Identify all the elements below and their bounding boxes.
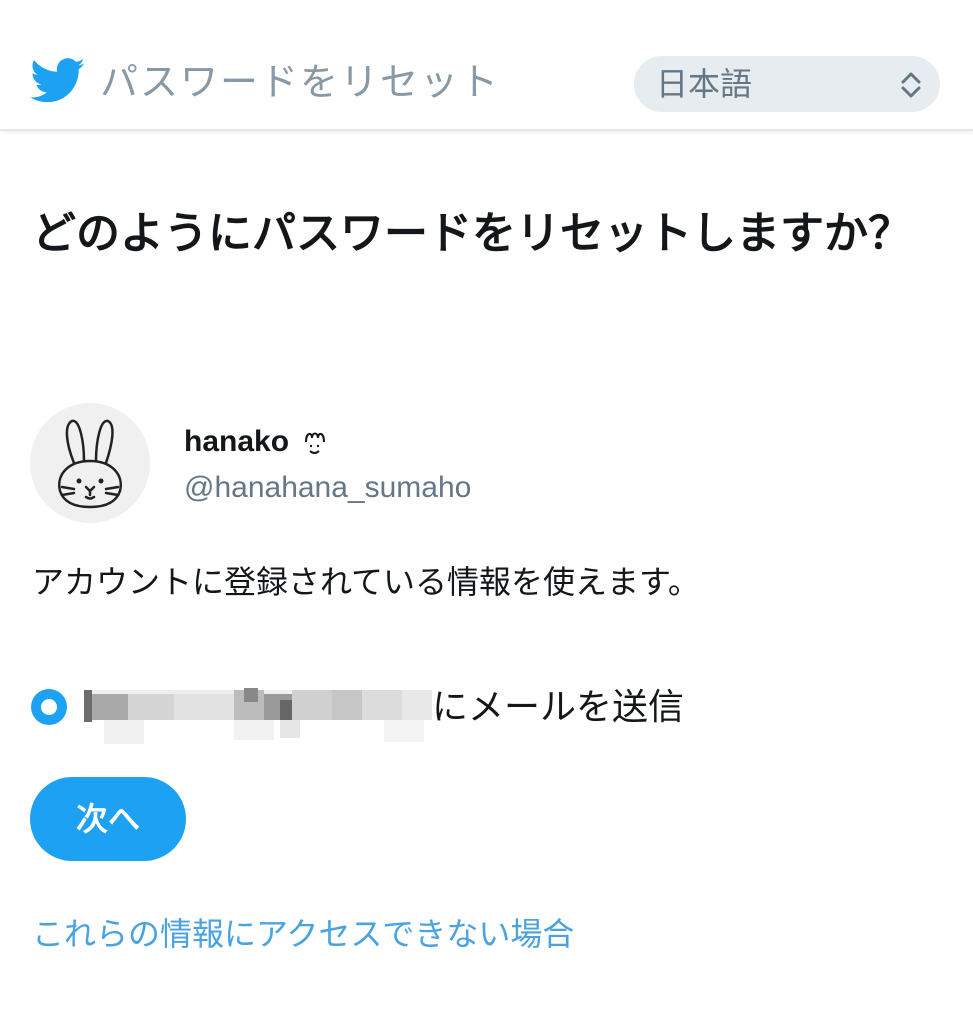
language-select[interactable]: 日本語 — [634, 56, 940, 112]
twitter-bird-icon[interactable] — [30, 58, 86, 104]
page-heading: どのようにパスワードをリセットしますか？ — [32, 208, 912, 259]
avatar — [30, 403, 150, 523]
account-display-name: hanako — [184, 422, 329, 462]
page-title: パスワードをリセット — [100, 60, 501, 104]
email-option-radio[interactable] — [31, 689, 67, 725]
email-option-label: にメールを送信 — [432, 687, 685, 728]
rabbit-avatar-icon — [57, 419, 123, 509]
account-handle: @hanahana_sumaho — [184, 471, 472, 504]
language-selected-value: 日本語 — [656, 65, 753, 103]
cannot-access-info-link[interactable]: これらの情報にアクセスできない場合 — [32, 912, 574, 956]
redacted-email-mosaic — [84, 688, 432, 744]
next-button[interactable]: 次へ — [30, 777, 186, 861]
header-bar: パスワードをリセット 日本語 — [0, 0, 973, 131]
chevron-updown-icon — [901, 72, 921, 98]
display-name-text: hanako — [184, 425, 290, 458]
face-emoji-icon — [305, 432, 326, 454]
info-text: アカウントに登録されている情報を使えます。 — [32, 563, 700, 601]
